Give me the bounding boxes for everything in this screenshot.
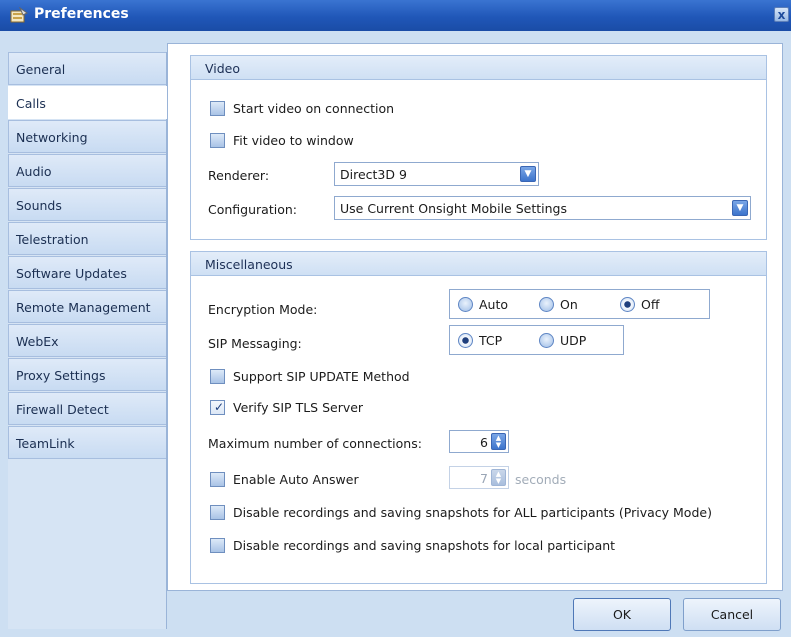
close-icon: x bbox=[777, 8, 786, 22]
chevron-down-icon: ▼ bbox=[732, 200, 748, 216]
encryption-on-label: On bbox=[560, 297, 578, 312]
tab-general[interactable]: General bbox=[8, 52, 166, 85]
renderer-label: Renderer: bbox=[208, 168, 270, 183]
configuration-value: Use Current Onsight Mobile Settings bbox=[340, 201, 567, 216]
disable-local-recordings-label: Disable recordings and saving snapshots … bbox=[233, 538, 616, 553]
cancel-button[interactable]: Cancel bbox=[683, 598, 781, 631]
spin-arrows-icon[interactable]: ▲ ▼ bbox=[491, 433, 506, 450]
renderer-value: Direct3D 9 bbox=[340, 167, 407, 182]
chevron-down-icon: ▼ bbox=[520, 166, 536, 182]
checkmark-icon: ✓ bbox=[214, 400, 225, 414]
max-connections-spinner[interactable]: 6 ▲ ▼ bbox=[449, 430, 509, 453]
start-video-checkbox[interactable] bbox=[210, 101, 225, 116]
spin-down-icon: ▼ bbox=[495, 441, 502, 449]
tab-networking[interactable]: Networking bbox=[8, 120, 166, 153]
enable-auto-answer-checkbox[interactable] bbox=[210, 472, 225, 487]
spin-down-icon: ▼ bbox=[495, 477, 502, 485]
tab-proxy-settings[interactable]: Proxy Settings bbox=[8, 358, 166, 391]
fit-video-checkbox[interactable] bbox=[210, 133, 225, 148]
close-button[interactable]: x bbox=[774, 7, 789, 22]
encryption-mode-label: Encryption Mode: bbox=[208, 302, 318, 317]
enable-auto-answer-label: Enable Auto Answer bbox=[233, 472, 359, 487]
sip-udp-label: UDP bbox=[560, 333, 587, 348]
tab-audio[interactable]: Audio bbox=[8, 154, 166, 187]
ok-button[interactable]: OK bbox=[573, 598, 671, 631]
disable-local-recordings-checkbox[interactable] bbox=[210, 538, 225, 553]
calls-panel: Video Start video on connection Fit vide… bbox=[167, 43, 783, 591]
encryption-auto-radio[interactable] bbox=[458, 297, 473, 312]
sip-tcp-radio[interactable] bbox=[458, 333, 473, 348]
tab-telestration[interactable]: Telestration bbox=[8, 222, 166, 255]
title-bar: Preferences x bbox=[0, 0, 791, 31]
verify-sip-tls-checkbox[interactable]: ✓ bbox=[210, 400, 225, 415]
disable-all-recordings-label: Disable recordings and saving snapshots … bbox=[233, 505, 712, 520]
encryption-off-label: Off bbox=[641, 297, 660, 312]
fit-video-label: Fit video to window bbox=[233, 133, 354, 148]
encryption-auto-label: Auto bbox=[479, 297, 509, 312]
misc-group: Miscellaneous Encryption Mode: Auto On O… bbox=[190, 251, 767, 584]
tab-firewall-detect[interactable]: Firewall Detect bbox=[8, 392, 166, 425]
tab-webex[interactable]: WebEx bbox=[8, 324, 166, 357]
spin-arrows-icon[interactable]: ▲ ▼ bbox=[491, 469, 506, 486]
verify-sip-tls-label: Verify SIP TLS Server bbox=[233, 400, 364, 415]
sip-tcp-label: TCP bbox=[479, 333, 503, 348]
auto-answer-seconds-spinner[interactable]: 7 ▲ ▼ bbox=[449, 466, 509, 489]
sip-messaging-group: TCP UDP bbox=[449, 325, 624, 355]
sip-messaging-label: SIP Messaging: bbox=[208, 336, 302, 351]
configuration-select[interactable]: Use Current Onsight Mobile Settings ▼ bbox=[334, 196, 751, 220]
tab-teamlink[interactable]: TeamLink bbox=[8, 426, 166, 459]
tab-sounds[interactable]: Sounds bbox=[8, 188, 166, 221]
video-group: Video Start video on connection Fit vide… bbox=[190, 55, 767, 240]
sip-udp-radio[interactable] bbox=[539, 333, 554, 348]
preferences-window: Preferences x General Calls Networking A… bbox=[0, 0, 791, 637]
support-sip-update-checkbox[interactable] bbox=[210, 369, 225, 384]
start-video-label: Start video on connection bbox=[233, 101, 395, 116]
configuration-label: Configuration: bbox=[208, 202, 297, 217]
sidebar: General Calls Networking Audio Sounds Te… bbox=[8, 52, 168, 629]
misc-group-header: Miscellaneous bbox=[191, 252, 766, 276]
encryption-on-radio[interactable] bbox=[539, 297, 554, 312]
support-sip-update-label: Support SIP UPDATE Method bbox=[233, 369, 410, 384]
auto-answer-seconds-unit: seconds bbox=[515, 472, 567, 487]
auto-answer-seconds-value: 7 bbox=[480, 471, 488, 486]
window-title: Preferences bbox=[34, 6, 129, 22]
preferences-icon bbox=[10, 6, 28, 23]
tab-calls[interactable]: Calls bbox=[8, 86, 168, 119]
max-connections-label: Maximum number of connections: bbox=[208, 436, 422, 451]
encryption-mode-group: Auto On Off bbox=[449, 289, 710, 319]
encryption-off-radio[interactable] bbox=[620, 297, 635, 312]
renderer-select[interactable]: Direct3D 9 ▼ bbox=[334, 162, 539, 186]
tab-remote-management[interactable]: Remote Management bbox=[8, 290, 166, 323]
max-connections-value: 6 bbox=[480, 435, 488, 450]
tab-software-updates[interactable]: Software Updates bbox=[8, 256, 166, 289]
video-group-header: Video bbox=[191, 56, 766, 80]
disable-all-recordings-checkbox[interactable] bbox=[210, 505, 225, 520]
